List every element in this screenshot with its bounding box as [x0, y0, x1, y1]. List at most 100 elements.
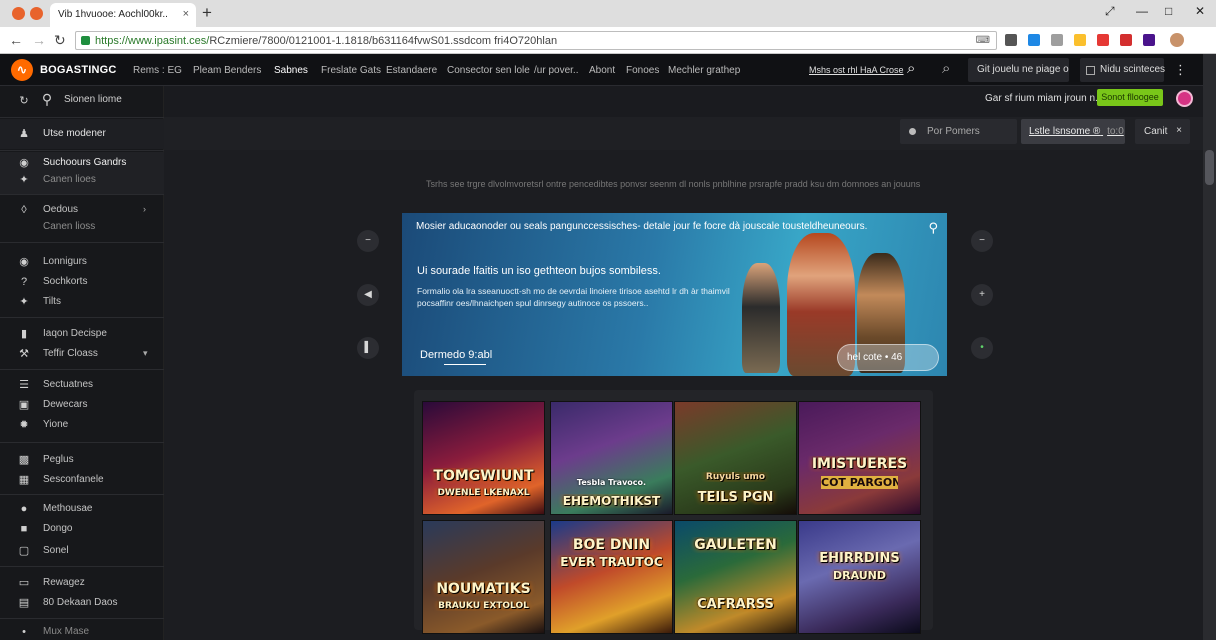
- sidebar-item-label: Utse modener: [43, 128, 106, 139]
- minus-icon[interactable]: −: [357, 230, 379, 252]
- scrollbar-thumb[interactable]: [1205, 150, 1214, 185]
- signup-button[interactable]: Git jouelu ne piage o: [968, 58, 1069, 82]
- game-title: EHEMOTHIKST: [562, 494, 661, 508]
- nav-item[interactable]: Estandaere: [386, 65, 437, 76]
- sidebar-item[interactable]: ♟ Utse modener: [0, 119, 164, 149]
- nav-item[interactable]: Pleam Benders: [193, 65, 261, 76]
- game-tile[interactable]: NOUMATIKS BRAUKU EXTOLOL: [422, 520, 545, 634]
- sidebar-search[interactable]: ↻ ⚲ Sionen liome: [0, 86, 164, 117]
- keyboard-icon[interactable]: ⌨: [976, 35, 990, 46]
- plus-icon[interactable]: +: [971, 284, 993, 306]
- window-dot-icon[interactable]: [12, 7, 25, 20]
- sidebar-item[interactable]: ▣ Dewecars: [0, 398, 164, 414]
- green-action-button[interactable]: Sonot flloogee: [1097, 89, 1163, 106]
- close-tab-icon[interactable]: ×: [183, 8, 189, 20]
- status-dot-icon[interactable]: •: [971, 337, 993, 359]
- banner-cta[interactable]: Dermedo 9:abl: [420, 349, 492, 361]
- sidebar-item[interactable]: ◉ Suchoours Gandrs ✦ Canen lioes: [0, 152, 164, 194]
- nav-item[interactable]: Freslate Gats: [321, 65, 381, 76]
- close-window-icon[interactable]: ✕: [1195, 4, 1205, 18]
- sidebar-item[interactable]: ☰ Sectuatnes: [0, 378, 164, 394]
- url-path: RCzmiere/7800/0121001-1.1818/b631164fvwS…: [209, 35, 558, 47]
- nav-item[interactable]: Consector sen lole: [447, 65, 530, 76]
- search-icon[interactable]: ⌕: [942, 60, 950, 77]
- search-icon[interactable]: ⌕: [907, 60, 915, 77]
- doc-icon: ▤: [18, 597, 30, 609]
- promo-note: Tsrhs see trgre dlvolmvoretsrl ontre pen…: [426, 179, 921, 189]
- settings-button[interactable]: Nidu scinteces: [1080, 58, 1165, 82]
- nav-item[interactable]: Rems : EG: [133, 65, 182, 76]
- window-dot-icon[interactable]: [30, 7, 43, 20]
- reload-icon[interactable]: ↻: [54, 32, 66, 49]
- sidebar-item[interactable]: ◉ Lonnigurs: [0, 255, 164, 271]
- prev-icon[interactable]: ◀: [357, 284, 379, 306]
- sidebar-item[interactable]: ⚒ Teffir Cloass ▾: [0, 347, 164, 363]
- search-icon[interactable]: ⚲: [41, 92, 53, 106]
- sidebar-item[interactable]: • Mux Mase: [0, 625, 164, 639]
- nav-item[interactable]: /ur pover..: [534, 65, 578, 76]
- minus-icon[interactable]: −: [971, 230, 993, 252]
- hero-banner[interactable]: Mosier aducaonoder ou seals pangunccessi…: [402, 213, 947, 376]
- header-link[interactable]: Mshs ost rhl HaA Crose: [809, 65, 904, 75]
- tools-icon: ⚒: [19, 348, 29, 360]
- extension-icon[interactable]: [1074, 34, 1086, 46]
- game-tile[interactable]: IMISTUERES COT PARGON: [798, 401, 921, 515]
- chevron-right-icon[interactable]: ›: [143, 204, 146, 214]
- sidebar-item[interactable]: ▩ Peglus: [0, 453, 164, 469]
- extension-icon[interactable]: [1005, 34, 1017, 46]
- url-field[interactable]: https://www.ipasint.ces/RCzmiere/7800/01…: [75, 31, 997, 50]
- filter-input[interactable]: Por Pomers: [900, 119, 1017, 144]
- logo-text[interactable]: BOGASTINGC: [40, 64, 117, 76]
- game-tile[interactable]: TOMGWIUNT DWENLE LKENAXL: [422, 401, 545, 515]
- sidebar-item[interactable]: ▤ 80 Dekaan Daos: [0, 596, 164, 612]
- nav-item-active[interactable]: Sabnes: [274, 65, 308, 76]
- back-icon[interactable]: ←: [9, 32, 23, 48]
- sidebar-item[interactable]: ✹ Yione: [0, 418, 164, 434]
- search-icon[interactable]: ⚲: [928, 220, 938, 236]
- logo-icon[interactable]: ∿: [11, 59, 33, 81]
- sidebar-item[interactable]: ▭ Rewagez: [0, 576, 164, 592]
- game-tile[interactable]: BOE DNIN EVER TRAUTOC: [550, 520, 673, 634]
- extension-icon[interactable]: [1028, 34, 1040, 46]
- sidebar-item[interactable]: ● Methousae: [0, 502, 164, 518]
- more-menu-icon[interactable]: ⋮: [1174, 62, 1187, 78]
- extension-icon[interactable]: [1143, 34, 1155, 46]
- game-title: IMISTUERES: [811, 456, 908, 472]
- lock-icon: •: [22, 626, 26, 638]
- url-scheme: https://www.ipasint.ces/: [95, 35, 210, 47]
- sidebar-item[interactable]: ▦ Sesconfanele: [0, 473, 164, 489]
- minimize-icon[interactable]: —: [1136, 4, 1148, 18]
- sidebar-item[interactable]: ▮ Iaqon Decispe: [0, 327, 164, 343]
- divider: [0, 442, 164, 443]
- sidebar-item[interactable]: ■ Dongo: [0, 522, 164, 538]
- extension-icon[interactable]: [1051, 34, 1063, 46]
- game-tile[interactable]: GAULETEN CAFRARSS: [674, 520, 797, 634]
- forward-icon[interactable]: →: [32, 32, 46, 48]
- page-scrollbar[interactable]: [1203, 54, 1216, 640]
- restore-icon[interactable]: ⤢: [1105, 4, 1115, 19]
- game-tile[interactable]: EHIRRDINS DRAUND: [798, 520, 921, 634]
- sidebar-item-label: Tilts: [43, 296, 61, 307]
- profile-avatar[interactable]: [1170, 33, 1184, 47]
- nav-item[interactable]: Fonoes: [626, 65, 659, 76]
- maximize-icon[interactable]: □: [1165, 4, 1172, 18]
- cancel-button[interactable]: Canit ×: [1135, 119, 1190, 144]
- user-avatar[interactable]: [1176, 90, 1193, 107]
- sidebar-item[interactable]: ✦ Tilts: [0, 295, 164, 311]
- browser-tab[interactable]: Vib 1hvuooe: Aochl00kr.. ×: [50, 3, 196, 27]
- game-tile[interactable]: Tesbla Travoco. EHEMOTHIKST: [550, 401, 673, 515]
- play-count-pill[interactable]: hel cote • 46: [837, 344, 939, 371]
- extension-icon[interactable]: [1120, 34, 1132, 46]
- chevron-down-icon[interactable]: ▾: [143, 348, 148, 359]
- nav-item[interactable]: Mechler grathep: [668, 65, 740, 76]
- extension-icon[interactable]: [1097, 34, 1109, 46]
- game-tile[interactable]: Ruyuls umo TEILS PGN: [674, 401, 797, 515]
- sidebar-toggle-icon[interactable]: ↻: [18, 95, 30, 107]
- sort-select[interactable]: Lstle lsnsome ® to:0: [1021, 119, 1125, 144]
- sidebar-item[interactable]: ◊ Oedous › Canen lioss: [0, 198, 164, 238]
- nav-item[interactable]: Abont: [589, 65, 615, 76]
- new-tab-icon[interactable]: +: [202, 3, 212, 23]
- sidebar-item[interactable]: ? Sochkorts: [0, 275, 164, 291]
- pause-icon[interactable]: ▌: [357, 337, 379, 359]
- sidebar-item[interactable]: ▢ Sonel: [0, 544, 164, 560]
